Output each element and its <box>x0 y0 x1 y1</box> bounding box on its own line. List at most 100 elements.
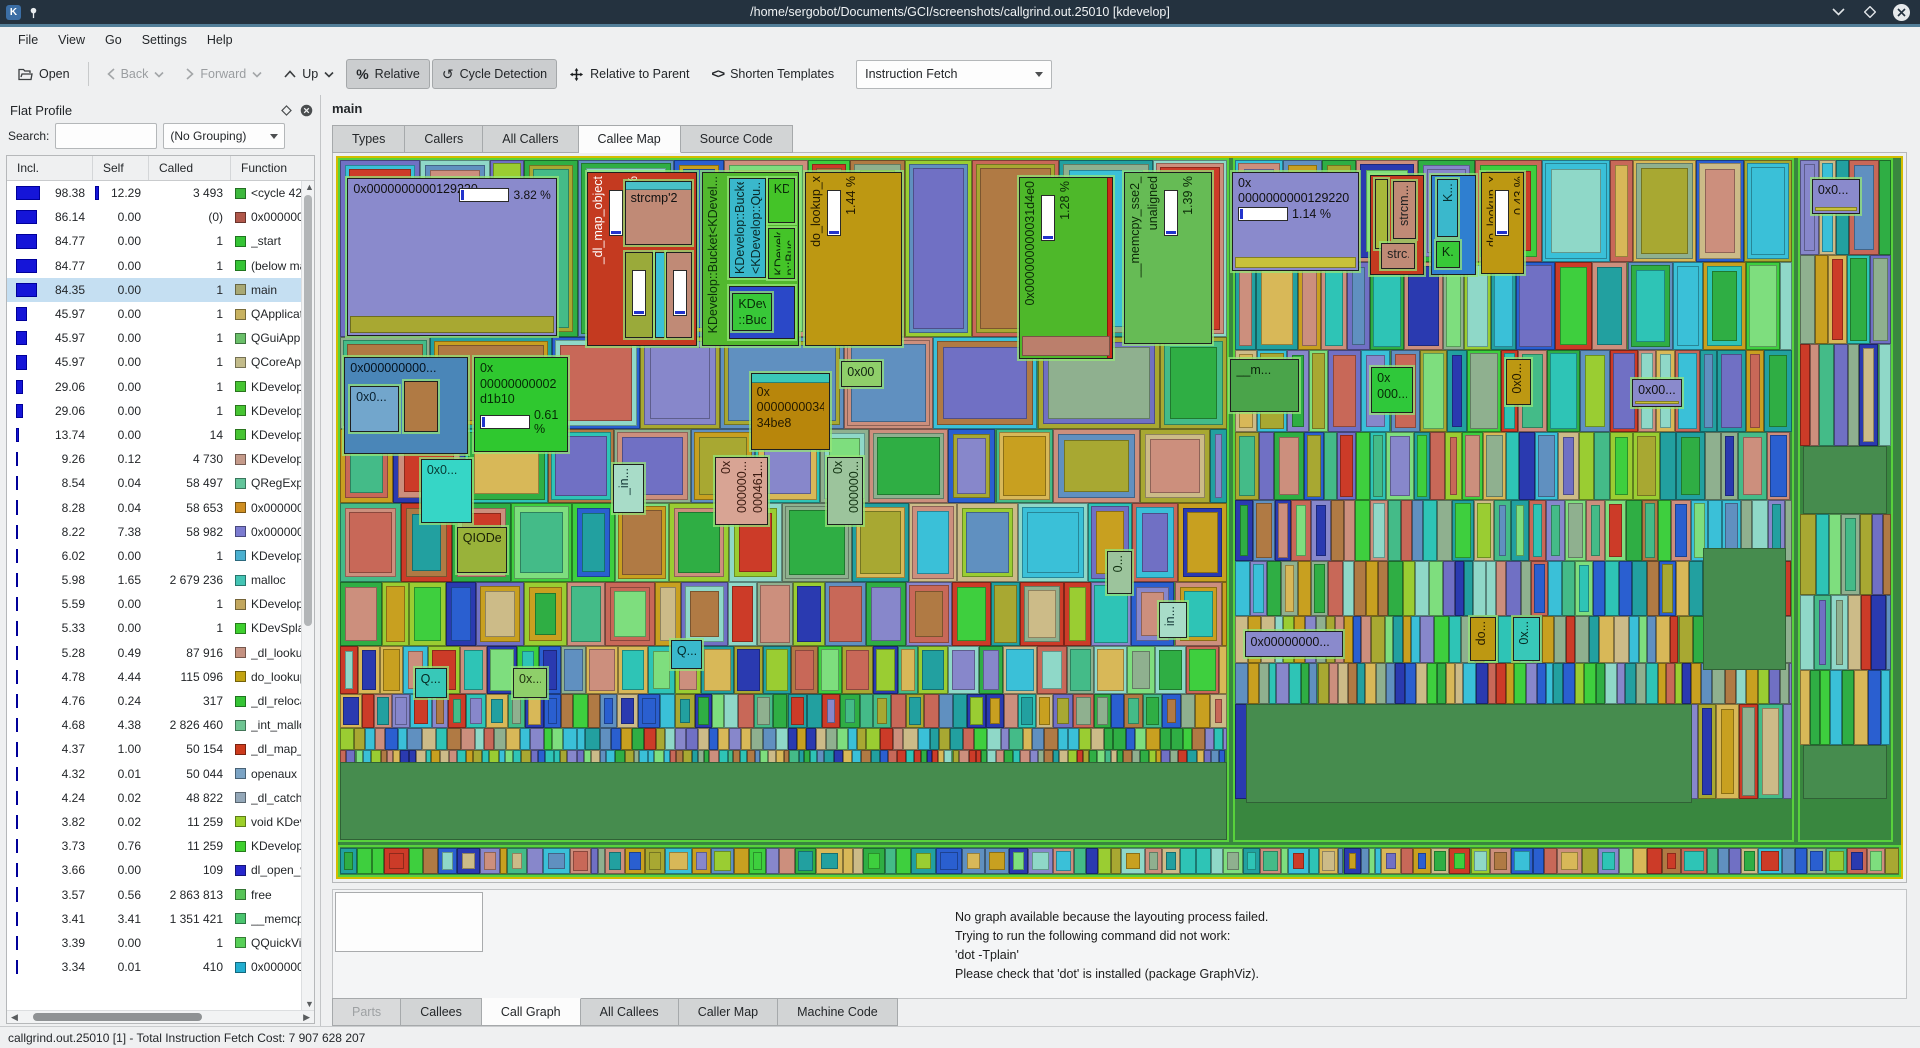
treemap-cell[interactable] <box>1841 514 1860 596</box>
treemap-cell[interactable] <box>385 728 398 750</box>
treemap-cell[interactable] <box>709 728 717 750</box>
treemap-cell[interactable] <box>1847 848 1867 874</box>
treemap-cell[interactable] <box>1111 694 1124 728</box>
treemap-cell[interactable] <box>873 646 898 694</box>
treemap-block[interactable]: QIODe... <box>457 527 507 573</box>
treemap-cell[interactable] <box>918 646 948 694</box>
treemap-cell[interactable] <box>354 728 365 750</box>
treemap-cell[interactable] <box>760 750 768 764</box>
treemap-cell[interactable] <box>1291 500 1311 561</box>
treemap-block[interactable] <box>1375 179 1389 248</box>
treemap-block[interactable]: K... <box>1437 179 1458 236</box>
treemap-cell[interactable] <box>763 728 775 750</box>
treemap-cell[interactable] <box>1431 848 1449 874</box>
treemap-cell[interactable] <box>1074 848 1086 874</box>
treemap-cell[interactable] <box>357 848 372 874</box>
treemap-cell[interactable] <box>520 728 529 750</box>
treemap-block[interactable]: 0x000000...000461... <box>715 457 768 525</box>
tab-callees[interactable]: Callees <box>401 998 482 1026</box>
treemap-cell[interactable] <box>906 750 914 764</box>
treemap-cell[interactable] <box>380 646 403 694</box>
treemap-cell[interactable] <box>1037 646 1068 694</box>
treemap-block[interactable]: 0x00... <box>1632 379 1682 406</box>
treemap-cell[interactable] <box>1452 500 1473 561</box>
treemap-cell[interactable] <box>358 646 380 694</box>
treemap-cell[interactable] <box>346 750 356 764</box>
treemap-cell[interactable] <box>1764 350 1792 432</box>
treemap-cell[interactable] <box>1344 848 1361 874</box>
treemap-cell[interactable] <box>1579 432 1595 500</box>
treemap-cell[interactable] <box>857 728 867 750</box>
treemap-cell[interactable] <box>1879 344 1891 446</box>
treemap-cell[interactable] <box>863 848 884 874</box>
minimize-button[interactable] <box>1829 3 1847 21</box>
treemap-cell[interactable] <box>909 503 957 581</box>
treemap-cell[interactable] <box>1563 663 1574 704</box>
treemap-cell[interactable] <box>1647 616 1656 664</box>
pin-icon[interactable] <box>27 6 40 19</box>
treemap-cell[interactable] <box>776 728 788 750</box>
treemap-cell[interactable] <box>625 750 634 764</box>
treemap-cell[interactable] <box>1800 670 1810 745</box>
treemap-block[interactable]: 0x... <box>513 668 547 698</box>
treemap-cell[interactable] <box>1223 728 1227 750</box>
treemap-cell[interactable] <box>1526 663 1537 704</box>
treemap-cell[interactable] <box>1593 561 1605 615</box>
treemap-cell[interactable] <box>930 728 939 750</box>
treemap-cell[interactable] <box>567 582 605 647</box>
treemap-cell[interactable] <box>384 848 408 874</box>
treemap-cell[interactable] <box>423 848 438 874</box>
treemap-cell[interactable] <box>340 848 357 874</box>
treemap-block[interactable]: 0x... <box>1513 617 1540 662</box>
tab-types[interactable]: Types <box>332 125 405 153</box>
treemap-cell[interactable] <box>1707 848 1719 874</box>
treemap-cell[interactable] <box>1834 344 1847 446</box>
treemap-cell[interactable] <box>843 848 853 874</box>
treemap-block[interactable]: 0x00000000001292201.14 % <box>1232 172 1359 271</box>
treemap-cell[interactable] <box>1721 432 1738 500</box>
close-button[interactable] <box>1893 4 1910 21</box>
treemap-cell[interactable] <box>1599 616 1614 664</box>
close-dock-icon[interactable] <box>300 104 313 117</box>
treemap-cell[interactable] <box>1288 848 1309 874</box>
event-type-select[interactable]: Instruction Fetch <box>856 60 1052 89</box>
treemap-cell[interactable] <box>1086 848 1098 874</box>
treemap-cell[interactable] <box>1488 663 1496 704</box>
float-dock-icon[interactable] <box>281 105 292 116</box>
treemap-cell[interactable] <box>1430 432 1444 500</box>
treemap-cell[interactable] <box>648 750 655 764</box>
treemap-cell[interactable] <box>1531 561 1548 615</box>
treemap-cell[interactable] <box>1412 500 1422 561</box>
treemap-cell[interactable] <box>1309 848 1319 874</box>
treemap-cell[interactable] <box>1160 337 1227 429</box>
treemap-cell[interactable] <box>400 750 410 764</box>
treemap-cell[interactable] <box>1097 750 1105 764</box>
treemap-cell[interactable] <box>1348 663 1357 704</box>
table-row[interactable]: 3.570.562 863 813free <box>7 882 314 906</box>
treemap-cell[interactable] <box>1253 500 1275 561</box>
treemap-cell[interactable] <box>1455 561 1464 615</box>
treemap-cell[interactable] <box>1496 663 1506 704</box>
treemap-cell[interactable] <box>611 728 621 750</box>
treemap-cell[interactable] <box>1660 432 1676 500</box>
forward-button[interactable]: Forward <box>176 59 272 89</box>
treemap-cell[interactable] <box>615 503 669 581</box>
treemap-cell[interactable] <box>1555 262 1592 350</box>
column-header-function[interactable]: Function <box>231 156 314 180</box>
treemap-cell[interactable] <box>1068 750 1077 764</box>
treemap-cell[interactable] <box>996 429 1054 504</box>
treemap-cell[interactable] <box>410 694 431 728</box>
treemap-cell[interactable] <box>1309 663 1317 704</box>
treemap-block[interactable]: 0x0000000034034be8 <box>751 373 831 450</box>
treemap-cell[interactable] <box>1009 728 1023 750</box>
treemap-cell[interactable] <box>639 750 648 764</box>
treemap-cell[interactable] <box>476 582 524 647</box>
treemap-cell[interactable] <box>489 750 499 764</box>
treemap-cell[interactable] <box>1155 646 1187 694</box>
treemap-cell[interactable] <box>1696 160 1744 262</box>
treemap-cell[interactable] <box>1250 561 1267 615</box>
treemap-cell[interactable] <box>561 646 586 694</box>
treemap-cell[interactable] <box>1491 262 1517 350</box>
table-row[interactable]: 4.240.0248 822_dl_catch_ <box>7 786 314 810</box>
treemap-cell[interactable] <box>1331 500 1344 561</box>
